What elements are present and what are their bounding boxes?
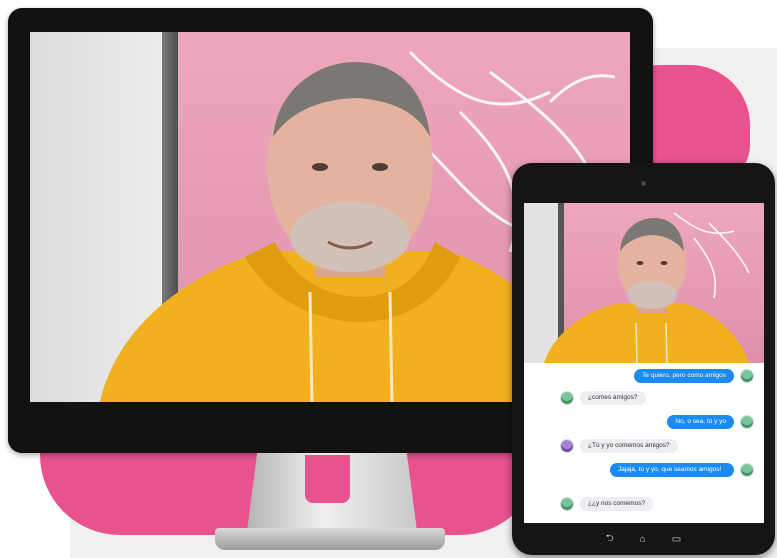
chat-conversation: Te quiero, pero como amigos ¿comes amigo… [524,363,764,523]
tablet-person-video-frame [544,212,750,363]
chat-bubble: ¿comes amigos? [580,391,646,405]
chat-message-incoming: ¿comes amigos? [560,391,646,405]
user-avatar [740,463,754,477]
chat-message-outgoing: Te quiero, pero como amigos [634,369,754,383]
chat-bubble: ¿Tú y yo comemos amigos? [580,439,678,453]
chat-bubble: Te quiero, pero como amigos [634,369,734,383]
user-avatar [740,415,754,429]
chat-bubble: ¿¿y nos comemos? [580,497,654,511]
tablet-device: Te quiero, pero como amigos ¿comes amigo… [512,163,775,555]
chat-message-outgoing: Jajaja, tú y yo, que seamos amigos! [610,463,754,477]
monitor-stand-base [215,528,445,550]
chat-message-incoming: ¿Tú y yo comemos amigos? [560,439,678,453]
chat-bubble: No, o sea, tú y yo [667,415,734,429]
chat-message-incoming: ¿¿y nos comemos? [560,497,654,511]
tablet-navigation-bar: ⮌ ⌂ ▭ [512,523,775,555]
recents-icon[interactable]: ▭ [672,534,681,545]
chat-message-outgoing: No, o sea, tú y yo [667,415,754,429]
tablet-video-area [524,203,764,363]
tablet-camera [641,181,646,186]
bot-avatar [560,439,574,453]
user-avatar [740,369,754,383]
monitor-stand-slot [305,455,350,503]
bot-avatar [560,391,574,405]
home-icon[interactable]: ⌂ [640,534,646,545]
bot-avatar [560,497,574,511]
chat-bubble: Jajaja, tú y yo, que seamos amigos! [610,463,734,477]
back-icon[interactable]: ⮌ [606,531,614,548]
tablet-screen: Te quiero, pero como amigos ¿comes amigo… [524,203,764,523]
